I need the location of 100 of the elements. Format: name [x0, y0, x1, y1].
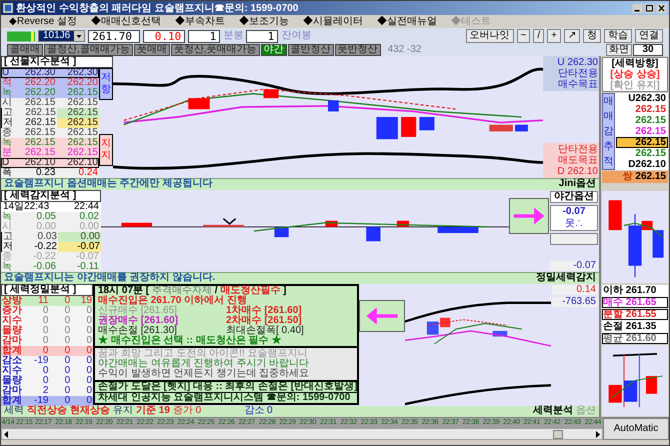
menu-item[interactable]: ◆매매신호선택 [91, 16, 162, 26]
menu-item[interactable]: ◆Reverse 설정 [9, 16, 78, 26]
panel-title: [ 세력정밀분석 ] [1, 284, 93, 296]
app-icon [3, 3, 13, 13]
mode-button[interactable]: 콜매매 [7, 44, 43, 56]
banner-tag: 정밀세력감지 [536, 273, 596, 284]
candle [426, 322, 439, 335]
minimize-icon[interactable] [632, 4, 643, 12]
scroll-thumb[interactable] [553, 430, 563, 438]
analysis-row: 합계 0 0 0 [1, 346, 93, 356]
arrow-right-icon [509, 198, 549, 234]
candle [366, 226, 380, 242]
bar-unit-label: 분봉 [223, 31, 244, 41]
analysis-row: 물량 0 0 0 [1, 376, 93, 386]
status-text: 직전상승 [27, 406, 67, 417]
menu-item[interactable]: ◆시뮬레이터 [303, 16, 364, 26]
toolbar-button[interactable]: 오버나잇 [466, 29, 514, 43]
candle [419, 117, 434, 130]
futures-row: 종 262.15 262.15 [1, 128, 99, 138]
candle [440, 318, 450, 328]
level-value: 262.15 [616, 137, 668, 148]
candle [376, 117, 398, 140]
mode-button[interactable]: 풋청산,풋매매가능 [170, 44, 260, 56]
support-label: 지지 [99, 134, 113, 166]
analysis-row: 증가 0 0 0 [1, 306, 93, 316]
candle [121, 222, 152, 227]
level-value: D262.10 [627, 159, 667, 170]
toolbar-button[interactable]: / [533, 29, 544, 43]
candle [646, 376, 657, 394]
toolbar-button[interactable]: ~ [516, 29, 530, 43]
status-text: 세력분석 [533, 406, 573, 417]
status-text: 증가 0 [172, 406, 202, 417]
banner-tag: Jini옵션 [558, 179, 596, 190]
order-level: 매수손절 [261.30] [98, 326, 177, 336]
change-value: 0.14 [552, 285, 598, 295]
toolbar-button[interactable]: ↗ [564, 29, 580, 43]
resistance-label: 저항 [99, 68, 113, 100]
mode-button[interactable]: 콜청산,콜매매가능 [44, 44, 133, 56]
price-level: 매수 261.65 [602, 297, 668, 308]
analysis-row: 합계 -19 0 0 [1, 396, 93, 406]
symbol-dropdown[interactable]: 101J6 [38, 30, 86, 42]
toolbar-button[interactable]: 연결 [635, 29, 663, 43]
order-level: 2차매수 [261.50] [226, 316, 302, 326]
toolbar-button[interactable]: + [547, 29, 561, 43]
futures-row: 폭 0.23 0.24 [1, 168, 99, 178]
analysis-row: 지수 0 0 0 [1, 316, 93, 326]
candle [328, 100, 339, 112]
automatic-button[interactable]: AutoMatic [603, 418, 669, 440]
analysis-row: 상방 11 0 19 [1, 296, 93, 306]
order-level: 신규매수 [261.65] [98, 306, 177, 316]
futures-row: 녹 262.15 262.15 [1, 138, 99, 148]
price-level: 분할 261.55 [602, 309, 668, 320]
screen-field[interactable]: 30 [633, 44, 663, 56]
futures-row: 고 262.15 262.15 [1, 108, 99, 118]
analysis-row: 감마 0 0 0 [1, 336, 93, 346]
counter-text: 432 -32 [388, 45, 422, 55]
level-value: 262.15 [634, 115, 667, 126]
candle [624, 380, 638, 402]
futures-row: 녹 262.20 262.15 [1, 88, 99, 98]
night-option-box: -0.07 못∴ [550, 205, 598, 231]
level-value: 262.15 [634, 104, 667, 115]
maximize-icon[interactable] [644, 4, 655, 12]
futures-row: D 262.10 262.10 [1, 158, 99, 168]
horizontal-scrollbar[interactable] [1, 428, 603, 440]
message-text: 야간매매는 여유롭게 진행하여 주시기 바랍니다 [98, 359, 310, 369]
mode-button[interactable]: 야간 [260, 44, 287, 56]
chevron-icon [222, 218, 236, 225]
time-range: 14일22:43 22:44 [1, 202, 101, 212]
futures-row: U 262.30 262.30 [1, 68, 99, 78]
menu-item[interactable]: ◆보조기능 [239, 16, 290, 26]
screen-label: 화면 [606, 44, 632, 56]
status-text: 현재상승 [70, 406, 110, 417]
direction-panel: [세력방향] [상승 상승] [확인 유지] [602, 57, 668, 92]
total-value: -763.65 [552, 297, 598, 307]
detect-row: 녹 0.05 0.02 [1, 212, 101, 222]
wick-line [638, 353, 640, 408]
remaining-bars-label: 잔여봉 [281, 31, 312, 41]
futures-row: 저 262.15 262.15 [1, 118, 99, 128]
candle [489, 124, 513, 132]
analysis-row: 감마 2 0 0 [1, 386, 93, 396]
status-text: 옵션 [576, 406, 596, 417]
candle [608, 200, 622, 230]
toolbar-button[interactable]: 청 [583, 29, 601, 43]
close-icon[interactable] [656, 4, 667, 12]
futures-row: 시 262.15 262.15 [1, 98, 99, 108]
remaining-bars-field[interactable]: 1 [246, 30, 278, 42]
status-text: 세력 [4, 406, 24, 417]
menu-item[interactable]: ◆부속차트 [175, 16, 226, 26]
night-option-label: 야간옵션 [550, 191, 598, 203]
info-note: 손절가 도달은 [헷지] 대응 :: 최후의 손절은 [반대신호발생] [95, 382, 357, 393]
menu-item[interactable]: ◆실전매뉴얼 [377, 16, 438, 26]
change-field: 0.10 [143, 30, 186, 42]
toolbar-button[interactable]: 학습 [604, 29, 632, 43]
candle [515, 124, 528, 132]
mode-button[interactable]: 풋반청산 [334, 44, 381, 56]
bar-count-field[interactable]: 1 [188, 30, 220, 42]
detect-row: 종 -0.22 -0.07 [1, 252, 101, 262]
mode-button[interactable]: 콜반청산 [288, 44, 334, 56]
mode-button[interactable]: 풋매매 [134, 44, 170, 56]
price-level: 손절 261.35 [602, 321, 658, 332]
